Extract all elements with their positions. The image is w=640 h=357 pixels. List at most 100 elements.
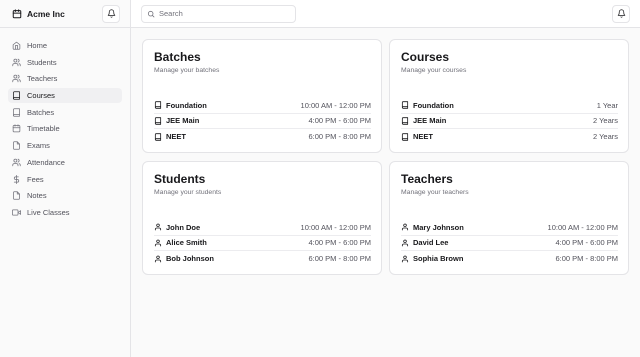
users-icon <box>12 58 21 67</box>
batches-list: Foundation 10:00 AM - 12:00 PM JEE Main … <box>154 98 371 145</box>
sidebar-item-label: Live Classes <box>27 207 70 217</box>
book-icon <box>401 133 409 141</box>
user-icon <box>154 255 162 263</box>
sidebar-item-label: Teachers <box>27 74 58 84</box>
home-icon <box>12 41 21 50</box>
book-icon <box>154 133 162 141</box>
students-list: John Doe 10:00 AM - 12:00 PM Alice Smith… <box>154 220 371 267</box>
sidebar-item-batches[interactable]: Batches <box>8 105 122 120</box>
item-value: 6:00 PM - 8:00 PM <box>308 254 371 264</box>
item-value: 10:00 AM - 12:00 PM <box>300 100 371 110</box>
item-value: 2 Years <box>592 132 618 142</box>
book-icon <box>154 101 162 109</box>
sidebar-item-label: Home <box>27 41 48 50</box>
search-box[interactable] <box>141 4 296 23</box>
teachers-card: Teachers Manage your teachers Mary Johns… <box>389 161 629 275</box>
teachers-list: Mary Johnson 10:00 AM - 12:00 PM David L… <box>401 220 618 267</box>
list-item[interactable]: Mary Johnson 10:00 AM - 12:00 PM <box>401 220 618 236</box>
item-name: John Doe <box>166 222 201 232</box>
file-icon <box>12 191 21 200</box>
list-item[interactable]: NEET 2 Years <box>401 129 618 145</box>
search-icon <box>147 10 155 17</box>
list-item[interactable]: Sophia Brown 6:00 PM - 8:00 PM <box>401 251 618 267</box>
item-value: 4:00 PM - 6:00 PM <box>555 238 618 248</box>
card-title: Teachers <box>401 172 453 186</box>
card-subtitle: Manage your students <box>154 189 222 196</box>
item-name: JEE Main <box>166 116 200 126</box>
list-item[interactable]: JEE Main 4:00 PM - 6:00 PM <box>154 114 371 129</box>
user-icon <box>401 239 409 247</box>
list-item[interactable]: Foundation 10:00 AM - 12:00 PM <box>154 98 371 114</box>
user-icon <box>401 255 409 263</box>
book-icon <box>12 91 21 100</box>
sidebar-item-attendance[interactable]: Attendance <box>8 155 122 170</box>
search-input[interactable] <box>159 9 289 18</box>
list-item[interactable]: NEET 6:00 PM - 8:00 PM <box>154 129 371 145</box>
card-title: Batches <box>154 50 201 64</box>
sidebar-item-fees[interactable]: Fees <box>8 172 122 187</box>
list-item[interactable]: David Lee 4:00 PM - 6:00 PM <box>401 236 618 251</box>
file-icon <box>12 141 21 150</box>
book-icon <box>401 101 409 109</box>
sidebar-item-label: Timetable <box>27 124 60 134</box>
sidebar-nav: Home Students Teachers Courses Batches T… <box>0 28 130 220</box>
item-name: Sophia Brown <box>413 254 464 264</box>
list-item[interactable]: Bob Johnson 6:00 PM - 8:00 PM <box>154 251 371 267</box>
sidebar-item-students[interactable]: Students <box>8 55 122 70</box>
card-subtitle: Manage your courses <box>401 67 467 74</box>
item-value: 10:00 AM - 12:00 PM <box>547 222 618 232</box>
sidebar-item-label: Attendance <box>27 157 65 167</box>
list-item[interactable]: Foundation 1 Year <box>401 98 618 114</box>
sidebar-item-label: Exams <box>27 141 50 151</box>
courses-card: Courses Manage your courses Foundation 1… <box>389 39 629 153</box>
topbar-notifications-button[interactable] <box>612 4 630 23</box>
sidebar-item-notes[interactable]: Notes <box>8 188 122 203</box>
sidebar-item-home[interactable]: Home <box>8 38 122 53</box>
card-title: Students <box>154 172 206 186</box>
sidebar-item-exams[interactable]: Exams <box>8 138 122 153</box>
item-name: Mary Johnson <box>413 222 464 232</box>
card-subtitle: Manage your batches <box>154 67 220 74</box>
calendar-icon <box>12 124 21 133</box>
item-name: NEET <box>166 132 187 142</box>
main-content: Batches Manage your batches Foundation 1… <box>131 28 640 357</box>
notifications-button[interactable] <box>102 4 120 23</box>
list-item[interactable]: John Doe 10:00 AM - 12:00 PM <box>154 220 371 236</box>
item-value: 2 Years <box>592 116 618 126</box>
item-name: David Lee <box>413 238 449 248</box>
brand-name: Acme Inc <box>27 8 65 19</box>
sidebar-item-label: Notes <box>27 191 47 201</box>
item-name: Bob Johnson <box>166 254 214 264</box>
sidebar-item-timetable[interactable]: Timetable <box>8 121 122 136</box>
sidebar-item-live-classes[interactable]: Live Classes <box>8 205 122 220</box>
sidebar-item-courses[interactable]: Courses <box>8 88 122 104</box>
item-name: NEET <box>413 132 434 142</box>
bell-icon <box>107 9 115 18</box>
courses-list: Foundation 1 Year JEE Main 2 Years NEET … <box>401 98 618 145</box>
item-value: 6:00 PM - 8:00 PM <box>308 132 371 142</box>
book-icon <box>12 108 21 117</box>
video-icon <box>12 208 21 217</box>
batches-card: Batches Manage your batches Foundation 1… <box>142 39 382 153</box>
user-icon <box>154 223 162 231</box>
user-icon <box>154 239 162 247</box>
user-icon <box>401 223 409 231</box>
bell-icon <box>617 9 625 18</box>
sidebar-item-teachers[interactable]: Teachers <box>8 71 122 86</box>
users-icon <box>12 158 21 167</box>
card-title: Courses <box>401 50 450 64</box>
list-item[interactable]: Alice Smith 4:00 PM - 6:00 PM <box>154 236 371 251</box>
item-value: 1 Year <box>596 100 618 110</box>
item-name: Alice Smith <box>166 238 207 248</box>
item-name: Foundation <box>166 100 207 110</box>
sidebar-item-label: Fees <box>27 174 44 184</box>
item-name: Foundation <box>413 100 454 110</box>
sidebar-item-label: Batches <box>27 107 55 117</box>
users-icon <box>12 74 21 83</box>
card-subtitle: Manage your teachers <box>401 189 469 196</box>
list-item[interactable]: JEE Main 2 Years <box>401 114 618 129</box>
students-card: Students Manage your students John Doe 1… <box>142 161 382 275</box>
sidebar: Acme Inc Home Students Teachers Courses … <box>0 0 131 357</box>
item-value: 4:00 PM - 6:00 PM <box>308 116 371 126</box>
item-value: 10:00 AM - 12:00 PM <box>300 222 371 232</box>
